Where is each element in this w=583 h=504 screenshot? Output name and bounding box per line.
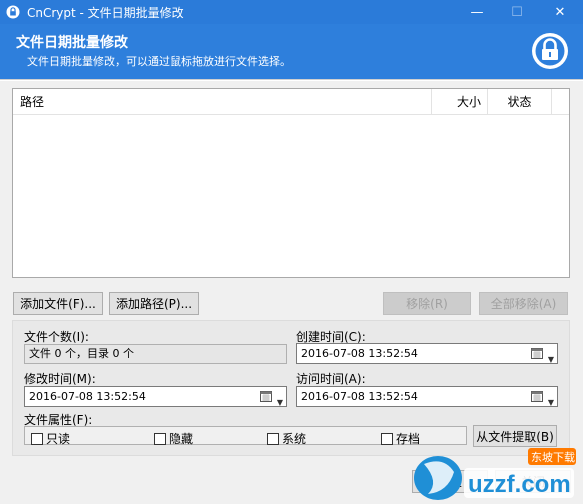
minimize-button[interactable]: — [457, 0, 497, 24]
header-divider [0, 79, 583, 81]
accessed-time-picker[interactable]: 2016-07-08 13:52:54 ▼ [296, 386, 558, 407]
lock-icon [6, 5, 20, 19]
accessed-time-value: 2016-07-08 13:52:54 [301, 390, 418, 403]
file-list[interactable]: 路径 大小 状态 [12, 88, 570, 278]
remove-button[interactable]: 移除(R) [383, 292, 471, 315]
chevron-down-icon[interactable]: ▼ [277, 393, 283, 412]
checkbox-label: 系统 [282, 432, 307, 446]
chevron-down-icon[interactable]: ▼ [548, 393, 554, 412]
checkbox-box[interactable] [381, 432, 393, 445]
column-header-size[interactable]: 大小 [431, 89, 487, 115]
calendar-icon[interactable] [260, 391, 272, 402]
modified-time-value: 2016-07-08 13:52:54 [29, 390, 146, 403]
header-banner: 文件日期批量修改 文件日期批量修改，可以通过鼠标拖放进行文件选择。 [0, 24, 583, 79]
window-title: CnCrypt - 文件日期批量修改 [27, 5, 184, 20]
checkbox-box[interactable] [154, 432, 166, 445]
modified-time-picker[interactable]: 2016-07-08 13:52:54 ▼ [24, 386, 287, 407]
created-time-value: 2016-07-08 13:52:54 [301, 347, 418, 360]
calendar-icon[interactable] [531, 391, 543, 402]
maximize-button[interactable]: ☐ [497, 0, 537, 24]
created-time-picker[interactable]: 2016-07-08 13:52:54 ▼ [296, 343, 558, 364]
file-attributes-group: 只读 隐藏 系统 存档 [24, 426, 467, 447]
uzzf-watermark-logo: uzzf.com 东坡下载 [414, 448, 576, 500]
lock-icon [532, 33, 568, 69]
list-header: 路径 大小 状态 [13, 89, 569, 115]
checkbox-box[interactable] [31, 432, 43, 445]
add-file-button[interactable]: 添加文件(F)... [13, 292, 103, 315]
accessed-time-label: 访问时间(A): [296, 372, 366, 386]
chevron-down-icon[interactable]: ▼ [548, 350, 554, 369]
watermark-text: uzzf.com [468, 471, 571, 498]
title-bar: CnCrypt - 文件日期批量修改 — ☐ ✕ [0, 0, 583, 24]
column-header-status[interactable]: 状态 [487, 89, 552, 115]
page-title: 文件日期批量修改 [16, 35, 128, 51]
file-count-value: 文件 0 个，目录 0 个 [24, 344, 287, 364]
page-subtitle: 文件日期批量修改，可以通过鼠标拖放进行文件选择。 [27, 55, 291, 68]
column-header-path[interactable]: 路径 [20, 89, 44, 115]
calendar-icon[interactable] [531, 348, 543, 359]
checkbox-box[interactable] [267, 432, 279, 445]
checkbox-readonly[interactable]: 只读 [31, 430, 70, 447]
checkbox-hidden[interactable]: 隐藏 [154, 430, 193, 447]
add-path-button[interactable]: 添加路径(P)... [109, 292, 199, 315]
modified-time-label: 修改时间(M): [24, 372, 96, 386]
file-count-label: 文件个数(I): [24, 330, 89, 344]
checkbox-label: 隐藏 [169, 432, 194, 446]
checkbox-label: 只读 [46, 432, 71, 446]
checkbox-system[interactable]: 系统 [267, 430, 306, 447]
close-window-button[interactable]: ✕ [537, 0, 583, 24]
watermark-tag: 东坡下载 [531, 451, 575, 464]
remove-all-button[interactable]: 全部移除(A) [479, 292, 568, 315]
